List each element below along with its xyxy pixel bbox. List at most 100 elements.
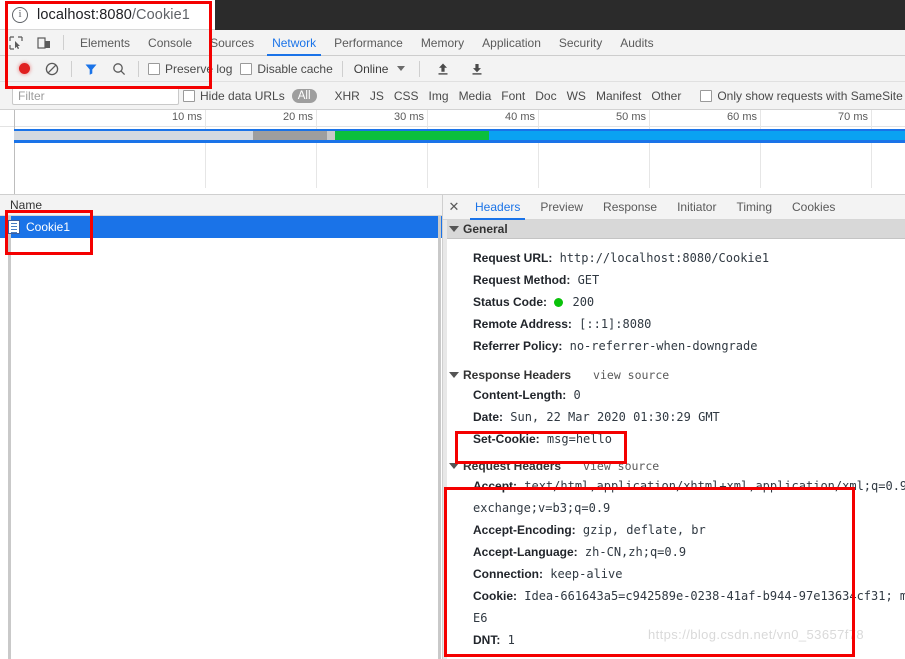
header-key: Set-Cookie: — [473, 432, 540, 446]
toolbar-divider — [342, 61, 343, 77]
requests-column-header[interactable]: Name — [0, 195, 442, 216]
tab-network[interactable]: Network — [263, 30, 325, 56]
chevron-down-icon[interactable] — [388, 66, 414, 71]
filter-type-font[interactable]: Font — [496, 89, 530, 103]
url-path: /Cookie1 — [132, 7, 190, 23]
tab-elements[interactable]: Elements — [71, 30, 139, 56]
throttling-value: Online — [354, 62, 389, 76]
network-overview-timeline[interactable]: 10 ms 20 ms 30 ms 40 ms 50 ms 60 ms 70 m… — [0, 110, 905, 195]
samesite-issues-label: Only show requests with SameSite issues — [717, 89, 905, 103]
header-value: [::1]:8080 — [579, 317, 651, 331]
tab-label: Sources — [210, 36, 254, 50]
header-value: 200 — [572, 295, 594, 309]
section-response-headers-header[interactable]: Response Headers view source — [443, 365, 905, 384]
header-key: Request Method: — [473, 273, 570, 287]
filter-type-img[interactable]: Img — [424, 89, 454, 103]
tab-label: Initiator — [677, 200, 716, 214]
requests-left-rail — [8, 216, 11, 659]
timeline-gridline — [760, 110, 761, 188]
record-button-icon[interactable] — [12, 57, 36, 81]
tab-cookies[interactable]: Cookies — [782, 195, 845, 220]
details-left-rail — [443, 220, 447, 659]
filter-type-xhr[interactable]: XHR — [330, 89, 365, 103]
table-row[interactable]: Cookie1 — [0, 216, 442, 238]
tab-sources[interactable]: Sources — [201, 30, 263, 56]
filter-type-manifest[interactable]: Manifest — [591, 89, 646, 103]
header-row-accept-language: Accept-Language: zh-CN,zh;q=0.9 — [443, 541, 905, 563]
preserve-log-checkbox[interactable]: Preserve log — [144, 62, 236, 76]
timeline-segment-queueing — [14, 131, 253, 140]
header-key: Accept-Language: — [473, 545, 578, 559]
header-row-accept-wrap: exchange;v=b3;q=0.9 — [443, 497, 905, 519]
filter-type-js[interactable]: JS — [365, 89, 389, 103]
timeline-gridline — [205, 110, 206, 188]
tab-application[interactable]: Application — [473, 30, 550, 56]
section-title: Request Headers — [463, 459, 561, 473]
disable-cache-label: Disable cache — [257, 62, 332, 76]
tab-memory[interactable]: Memory — [412, 30, 473, 56]
document-icon — [8, 220, 20, 234]
checkbox-box — [148, 63, 160, 75]
header-value: http://localhost:8080/Cookie1 — [560, 251, 770, 265]
header-key: Status Code: — [473, 295, 547, 309]
header-row-content-length: Content-Length: 0 — [443, 384, 905, 406]
tab-label: Headers — [475, 200, 520, 214]
timeline-request-bar[interactable] — [14, 129, 905, 143]
tab-preview[interactable]: Preview — [530, 195, 593, 220]
tab-security[interactable]: Security — [550, 30, 611, 56]
filter-funnel-icon[interactable] — [79, 57, 103, 81]
tab-timing[interactable]: Timing — [726, 195, 782, 220]
toolbar-divider — [419, 61, 420, 77]
header-value: no-referrer-when-downgrade — [570, 339, 758, 353]
inspect-element-icon[interactable] — [4, 32, 28, 54]
header-row-accept: Accept: text/html,application/xhtml+xml,… — [443, 475, 905, 497]
search-input[interactable] — [12, 86, 179, 105]
tab-initiator[interactable]: Initiator — [667, 195, 726, 220]
network-toolbar: Preserve log Disable cache Online — [0, 56, 905, 82]
search-icon[interactable] — [107, 57, 131, 81]
tab-label: Cookies — [792, 200, 835, 214]
view-source-link[interactable]: view source — [593, 368, 669, 382]
filter-type-ws[interactable]: WS — [562, 89, 591, 103]
header-key: Content-Length: — [473, 388, 566, 402]
toolbar-divider — [71, 61, 72, 77]
tab-performance[interactable]: Performance — [325, 30, 412, 56]
section-general-header[interactable]: General — [443, 220, 905, 239]
requests-right-scrollbar[interactable] — [438, 216, 441, 659]
header-key: Referrer Policy: — [473, 339, 562, 353]
tab-console[interactable]: Console — [139, 30, 201, 56]
header-value: Idea-661643a5=c942589e-0238-41af-b944-97… — [524, 589, 905, 603]
triangle-down-icon — [449, 226, 459, 232]
import-har-icon[interactable] — [431, 57, 455, 81]
hide-data-urls-label: Hide data URLs — [200, 89, 285, 103]
header-value: gzip, deflate, br — [583, 523, 706, 537]
header-value: zh-CN,zh;q=0.9 — [585, 545, 686, 559]
throttling-select[interactable]: Online — [348, 62, 389, 76]
timeline-tick: 40 ms — [505, 111, 538, 123]
tab-response[interactable]: Response — [593, 195, 667, 220]
timeline-tick: 70 ms — [838, 111, 871, 123]
disable-cache-checkbox[interactable]: Disable cache — [236, 62, 336, 76]
filter-type-doc[interactable]: Doc — [530, 89, 561, 103]
info-circle-icon[interactable]: i — [12, 7, 28, 23]
tab-headers[interactable]: Headers — [465, 195, 530, 220]
timeline-tick: 20 ms — [283, 111, 316, 123]
clear-icon[interactable] — [40, 57, 64, 81]
section-request-headers-header[interactable]: Request Headers view source — [443, 456, 905, 475]
tab-label: Preview — [540, 200, 583, 214]
timeline-gridline — [649, 110, 650, 188]
device-toolbar-icon[interactable] — [32, 32, 56, 54]
export-har-icon[interactable] — [465, 57, 489, 81]
checkbox-box — [240, 63, 252, 75]
filter-type-other[interactable]: Other — [646, 89, 686, 103]
filter-type-css[interactable]: CSS — [389, 89, 424, 103]
tab-audits[interactable]: Audits — [611, 30, 662, 56]
url-display[interactable]: localhost:8080/Cookie1 — [37, 7, 190, 23]
view-source-link[interactable]: view source — [583, 459, 659, 473]
watermark-text: https://blog.csdn.net/vn0_53657f78 — [648, 627, 864, 642]
filter-type-all[interactable]: All — [292, 89, 317, 103]
hide-data-urls-checkbox[interactable]: Hide data URLs — [179, 89, 289, 103]
samesite-issues-checkbox[interactable]: Only show requests with SameSite issues — [696, 89, 905, 103]
close-icon[interactable]: ✕ — [443, 195, 465, 220]
filter-type-media[interactable]: Media — [454, 89, 497, 103]
